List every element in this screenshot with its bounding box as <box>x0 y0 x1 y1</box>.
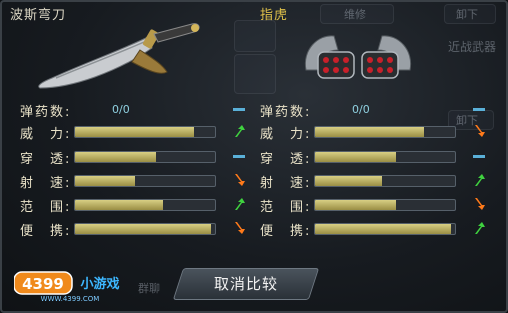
right-stat-bar <box>314 223 456 235</box>
left-stat-bar <box>74 126 216 138</box>
stat-up-arrow-icon <box>232 197 246 211</box>
right-ammo-neutral-icon <box>472 102 486 116</box>
left-stat-label: 便 携: <box>20 224 72 239</box>
left-stat-bar-fill <box>75 224 211 234</box>
right-stat-label: 射 速: <box>260 176 312 191</box>
stat-neutral-dash-icon <box>232 149 246 163</box>
stat-up-arrow-icon <box>232 124 246 138</box>
right-stat-bar-fill <box>315 200 397 210</box>
stat-up-arrow-icon <box>472 173 486 187</box>
stat-down-arrow-icon <box>232 221 246 235</box>
left-stat-bar-fill <box>75 152 157 162</box>
right-stat-bar-fill <box>315 127 425 137</box>
left-stat-bar-fill <box>75 176 136 186</box>
melee-label: 近战武器 <box>448 40 497 54</box>
right-stat-bar <box>314 199 456 211</box>
slot-ghost-1 <box>234 20 276 52</box>
left-ammo-label: 弹药数: <box>20 105 72 120</box>
stat-neutral-dash-icon <box>472 149 486 163</box>
repair-label: 维修 <box>344 8 366 21</box>
left-stat-label: 穿 透: <box>20 152 72 167</box>
right-stat-bar <box>314 175 456 187</box>
cancel-compare-label: 取消比较 <box>213 275 278 293</box>
weapon-compare-panel: 维修 卸下 近战武器 卸下 群聊 波斯弯刀 指虎 弹药数: 0/0 弹药数: 0… <box>0 0 508 313</box>
right-stat-bar-fill <box>315 176 383 186</box>
left-stat-bar-fill <box>75 200 164 210</box>
slot-ghost-2 <box>234 54 276 94</box>
stat-down-arrow-icon <box>472 124 486 138</box>
cancel-compare-button[interactable]: 取消比较 <box>172 268 320 300</box>
left-stat-bar <box>74 175 216 187</box>
left-stat-label: 射 速: <box>20 176 72 191</box>
right-stat-bar-fill <box>315 152 397 162</box>
svg-text:WWW.4399.COM: WWW.4399.COM <box>41 295 100 302</box>
4399-logo-icon: 4399 小游戏 WWW.4399.COM <box>14 271 120 302</box>
chat-label: 群聊 <box>138 282 160 295</box>
right-stat-bar <box>314 151 456 163</box>
left-stat-bar <box>74 151 216 163</box>
right-ammo-label: 弹药数: <box>260 105 312 120</box>
knuckle-duster-weapon-icon <box>304 35 412 79</box>
left-stat-bar <box>74 199 216 211</box>
left-stat-bar-fill <box>75 127 194 137</box>
unload-label-top: 卸下 <box>456 8 478 21</box>
right-stat-label: 便 携: <box>260 224 312 239</box>
right-stat-bar <box>314 126 456 138</box>
stat-up-arrow-icon <box>472 221 486 235</box>
left-stat-label: 威 力: <box>20 127 72 142</box>
scimitar-weapon-icon <box>38 23 200 89</box>
right-stat-label: 范 围: <box>260 200 312 215</box>
svg-text:小游戏: 小游戏 <box>80 276 119 292</box>
left-stat-label: 范 围: <box>20 200 72 215</box>
left-ammo-neutral-icon <box>232 102 246 116</box>
right-ammo-value: 0/0 <box>352 103 370 116</box>
left-ammo-value: 0/0 <box>112 103 130 116</box>
svg-text:4399: 4399 <box>22 275 64 293</box>
right-weapon-name: 指虎 <box>260 8 289 23</box>
stat-down-arrow-icon <box>232 173 246 187</box>
right-stat-label: 穿 透: <box>260 152 312 167</box>
right-stat-label: 威 力: <box>260 127 312 142</box>
right-stat-bar-fill <box>315 224 451 234</box>
left-stat-bar <box>74 223 216 235</box>
stat-down-arrow-icon <box>472 197 486 211</box>
